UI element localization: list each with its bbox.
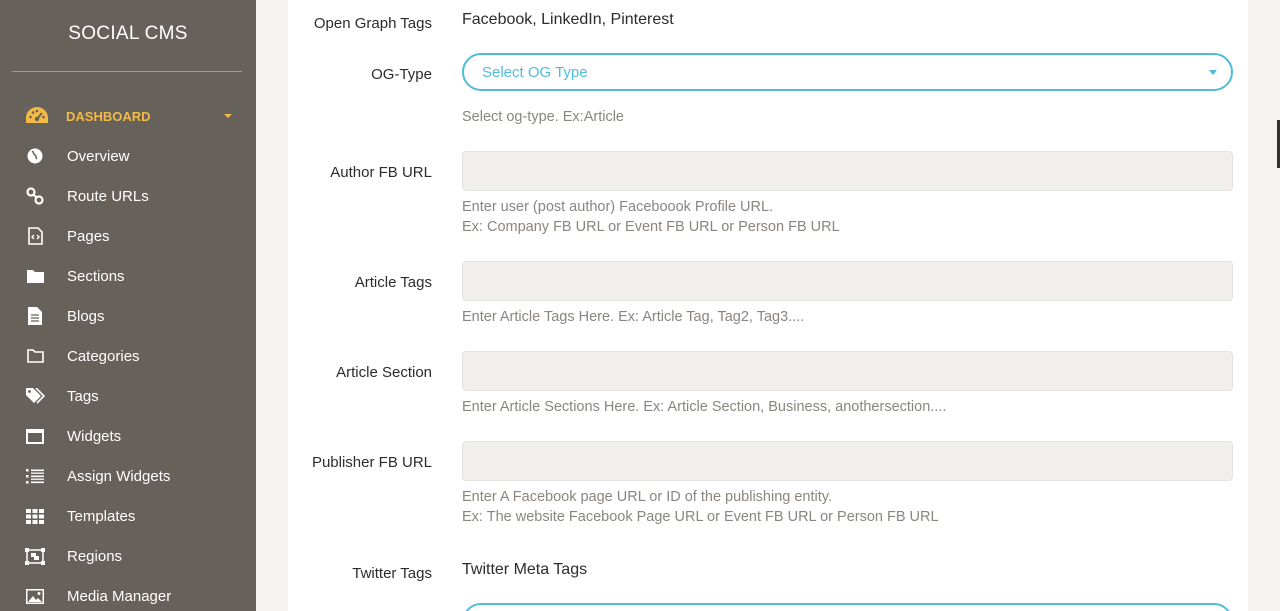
grid-icon	[24, 505, 46, 527]
og-type-label: OG-Type	[371, 66, 432, 83]
dashboard-gauge-icon	[24, 105, 50, 127]
author-fb-url-label: Author FB URL	[330, 164, 432, 181]
og-tags-value: Facebook, LinkedIn, Pinterest	[462, 11, 674, 28]
twitter-tags-label: Twitter Tags	[352, 565, 432, 582]
publisher-fb-url-input[interactable]	[462, 441, 1233, 481]
sidebar-item-categories[interactable]: Categories	[0, 336, 256, 376]
sidebar-item-label: Templates	[67, 507, 136, 525]
sidebar-item-sections[interactable]: Sections	[0, 256, 256, 296]
folder-icon	[24, 265, 46, 287]
sidebar-item-label: Media Manager	[67, 587, 172, 605]
publisher-fb-url-help: Enter A Facebook page URL or ID of the p…	[462, 489, 832, 505]
sidebar-item-label: Pages	[67, 227, 110, 245]
sidebar-item-label: Regions	[67, 547, 123, 565]
sidebar-item-label: Widgets	[67, 427, 122, 445]
file-text-icon	[24, 305, 46, 327]
author-fb-url-help-example: Ex: Company FB URL or Event FB URL or Pe…	[462, 219, 840, 235]
file-code-icon	[24, 225, 46, 247]
sidebar-item-route-urls[interactable]: Route URLs	[0, 176, 256, 216]
sidebar-item-media-manager[interactable]: Media Manager	[0, 576, 256, 611]
chevron-down-icon	[1209, 70, 1217, 75]
publisher-fb-url-help-example: Ex: The website Facebook Page URL or Eve…	[462, 509, 939, 525]
sidebar-item-tags[interactable]: Tags	[0, 376, 256, 416]
window-icon	[24, 425, 46, 447]
image-icon	[24, 585, 46, 607]
og-type-selected-value: Select OG Type	[482, 63, 588, 81]
sidebar-item-label: Tags	[67, 387, 99, 405]
object-group-icon	[24, 545, 46, 567]
sidebar-item-label: Assign Widgets	[67, 467, 171, 485]
article-section-input[interactable]	[462, 351, 1233, 391]
sidebar-item-label: Sections	[67, 267, 125, 285]
article-tags-input[interactable]	[462, 261, 1233, 301]
sidebar-item-widgets[interactable]: Widgets	[0, 416, 256, 456]
globe-icon	[24, 145, 46, 167]
folder-outline-icon	[24, 345, 46, 367]
twitter-card-select[interactable]	[462, 603, 1233, 611]
publisher-fb-url-label: Publisher FB URL	[311, 454, 432, 471]
og-tags-label: Open Graph Tags	[313, 15, 432, 32]
sidebar-item-overview[interactable]: Overview	[0, 136, 256, 176]
og-type-select[interactable]: Select OG Type	[462, 53, 1233, 91]
article-section-label: Article Section	[336, 364, 432, 381]
sidebar-item-assign-widgets[interactable]: Assign Widgets	[0, 456, 256, 496]
brand-title[interactable]: SOCIAL CMS	[0, 0, 256, 71]
sidebar: SOCIAL CMS DASHBOARD Overview Route URLs…	[0, 0, 256, 611]
sidebar-item-label: DASHBOARD	[66, 108, 151, 124]
sidebar-item-templates[interactable]: Templates	[0, 496, 256, 536]
author-fb-url-help: Enter user (post author) Faceboook Profi…	[462, 199, 774, 215]
sidebar-item-blogs[interactable]: Blogs	[0, 296, 256, 336]
sidebar-item-label: Overview	[67, 147, 130, 165]
article-tags-help: Enter Article Tags Here. Ex: Article Tag…	[462, 309, 805, 325]
sidebar-item-label: Blogs	[67, 307, 105, 325]
sidebar-item-regions[interactable]: Regions	[0, 536, 256, 576]
author-fb-url-input[interactable]	[462, 151, 1233, 191]
og-type-help: Select og-type. Ex:Article	[462, 109, 624, 125]
sidebar-nav: DASHBOARD Overview Route URLs Pages Sect…	[0, 96, 256, 611]
twitter-tags-value: Twitter Meta Tags	[462, 561, 588, 578]
sidebar-item-label: Categories	[67, 347, 140, 365]
brand-divider	[12, 71, 242, 72]
sidebar-item-pages[interactable]: Pages	[0, 216, 256, 256]
chevron-down-icon	[224, 114, 232, 118]
list-icon	[24, 465, 46, 487]
article-section-help: Enter Article Sections Here. Ex: Article…	[462, 399, 947, 415]
sidebar-item-label: Route URLs	[67, 187, 149, 205]
sidebar-item-dashboard[interactable]: DASHBOARD	[0, 96, 256, 136]
article-tags-label: Article Tags	[354, 274, 432, 291]
link-icon	[24, 185, 46, 207]
tags-icon	[24, 385, 46, 407]
